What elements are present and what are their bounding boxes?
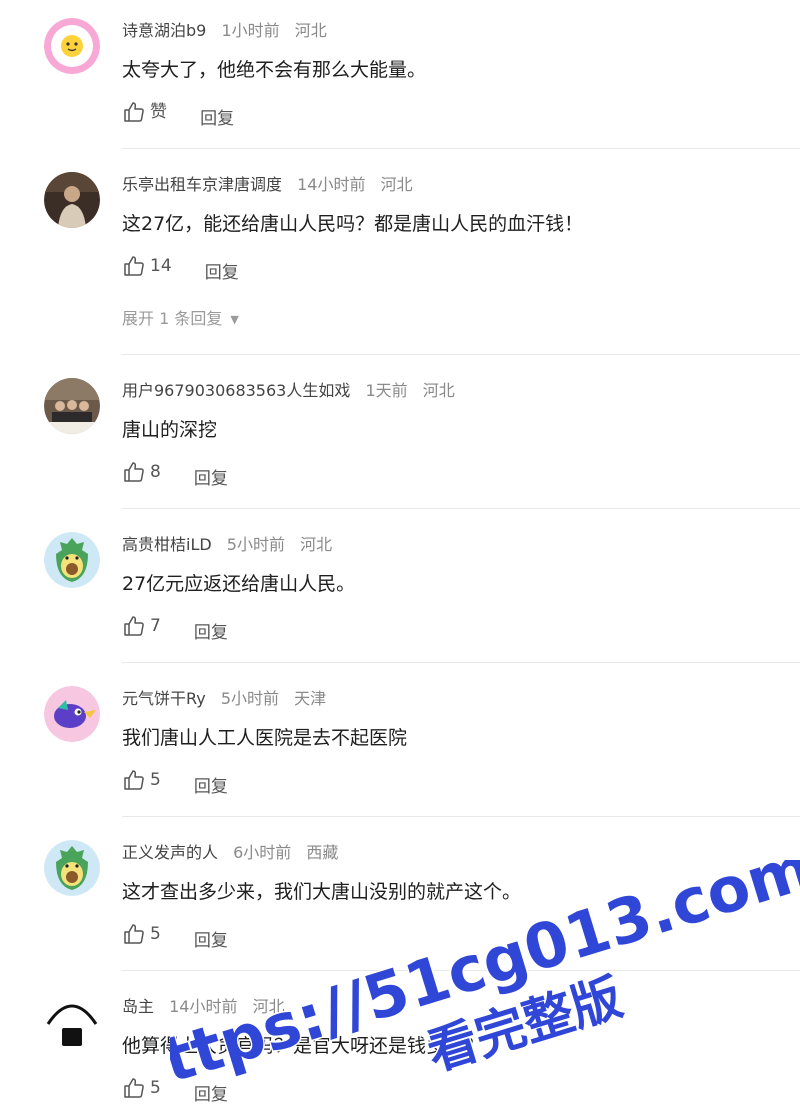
photo-group-avatar-icon[interactable] — [44, 378, 100, 434]
comment-location: 河北 — [294, 21, 327, 40]
comment-text: 27亿元应返还给唐山人民。 — [122, 573, 356, 595]
username[interactable]: 元气饼干Ry — [122, 689, 206, 708]
divider — [122, 816, 800, 817]
comment-text: 唐山的深挖 — [122, 419, 218, 441]
photo-person-avatar-icon[interactable] — [44, 172, 100, 228]
comment-time: 14小时前 — [169, 997, 238, 1016]
divider — [122, 354, 800, 355]
like-count: 8 — [150, 462, 161, 482]
reply-button[interactable]: 回复 — [194, 927, 228, 955]
comment-location: 天津 — [294, 689, 327, 708]
egg-avatar-icon[interactable] — [44, 18, 100, 74]
reply-button[interactable]: 回复 — [194, 773, 228, 801]
username[interactable]: 乐亭出租车京津唐调度 — [122, 175, 282, 194]
like-count: 7 — [150, 616, 161, 636]
comment-actions: 赞 回复 — [122, 98, 234, 129]
comment-actions: 5 回复 — [122, 766, 228, 797]
comment-meta: 用户9679030683563人生如戏 1天前 河北 — [122, 378, 465, 404]
reply-button[interactable]: 回复 — [200, 105, 234, 133]
thumbs-up-icon — [124, 1078, 144, 1098]
comment-time: 14小时前 — [297, 175, 366, 194]
comment-text: 这才查出多少来，我们大唐山没别的就产这个。 — [122, 881, 522, 903]
like-button[interactable]: 14 — [122, 252, 172, 280]
comment-meta: 岛主 14小时前 河北 — [122, 994, 295, 1020]
comment-actions: 5 回复 — [122, 920, 228, 951]
comment-meta: 元气饼干Ry 5小时前 天津 — [122, 686, 336, 712]
comment-time: 1天前 — [365, 381, 408, 400]
avocado-avatar-icon[interactable] — [44, 840, 100, 896]
like-button[interactable]: 5 — [122, 920, 161, 948]
like-button[interactable]: 赞 — [122, 98, 167, 126]
expand-replies-button[interactable]: 展开 1 条回复 ▼ — [122, 306, 239, 332]
comment-location: 河北 — [380, 175, 413, 194]
comment-text: 他算得上大贪官吗？是官大呀还是钱多呀？ — [122, 1035, 484, 1057]
expand-replies-label: 展开 1 条回复 — [122, 309, 223, 328]
comment-time: 6小时前 — [233, 843, 292, 862]
username[interactable]: 岛主 — [122, 997, 154, 1016]
comment-text: 这27亿，能还给唐山人民吗？都是唐山人民的血汗钱！ — [122, 213, 584, 235]
comment-meta: 乐亭出租车京津唐调度 14小时前 河北 — [122, 172, 423, 198]
comment-text: 太夸大了，他绝不会有那么大能量。 — [122, 59, 427, 81]
thumbs-up-icon — [124, 616, 144, 636]
thumbs-up-icon — [124, 924, 144, 944]
comment-time: 1小时前 — [221, 21, 280, 40]
caret-down-icon: ▼ — [230, 312, 239, 326]
rice-ball-avatar-icon[interactable] — [44, 994, 100, 1050]
thumbs-up-icon — [124, 256, 144, 276]
like-button[interactable]: 8 — [122, 458, 161, 486]
divider — [122, 970, 800, 971]
comment-meta: 正义发声的人 6小时前 西藏 — [122, 840, 348, 866]
comment-actions: 5 回复 — [122, 1074, 228, 1105]
comment-actions: 8 回复 — [122, 458, 228, 489]
thumbs-up-icon — [124, 102, 144, 122]
comment-location: 西藏 — [306, 843, 339, 862]
like-button[interactable]: 7 — [122, 612, 161, 640]
reply-button[interactable]: 回复 — [194, 619, 228, 647]
divider — [122, 508, 800, 509]
like-count: 赞 — [150, 102, 167, 122]
comment-location: 河北 — [252, 997, 285, 1016]
reply-button[interactable]: 回复 — [205, 259, 239, 287]
username[interactable]: 高贵柑桔iLD — [122, 535, 212, 554]
comment-time: 5小时前 — [220, 689, 279, 708]
comment-location: 河北 — [422, 381, 455, 400]
like-count: 14 — [150, 256, 172, 276]
comment-meta: 高贵柑桔iLD 5小时前 河北 — [122, 532, 342, 558]
thumbs-up-icon — [124, 462, 144, 482]
watermark-caption: 看完整版 — [421, 968, 629, 1082]
thumbs-up-icon — [124, 770, 144, 790]
username[interactable]: 诗意湖泊b9 — [122, 21, 206, 40]
divider — [122, 148, 800, 149]
divider — [122, 662, 800, 663]
comment-text: 我们唐山人工人医院是去不起医院 — [122, 727, 408, 749]
like-count: 5 — [150, 770, 161, 790]
like-count: 5 — [150, 924, 161, 944]
comment-location: 河北 — [300, 535, 333, 554]
comment-actions: 14 回复 — [122, 252, 239, 283]
like-button[interactable]: 5 — [122, 1074, 161, 1102]
comment-time: 5小时前 — [226, 535, 285, 554]
avocado-avatar-icon[interactable] — [44, 532, 100, 588]
comment-meta: 诗意湖泊b9 1小时前 河北 — [122, 18, 337, 44]
reply-button[interactable]: 回复 — [194, 1081, 228, 1109]
like-count: 5 — [150, 1078, 161, 1098]
username[interactable]: 正义发声的人 — [122, 843, 218, 862]
comment-feed: 诗意湖泊b9 1小时前 河北 太夸大了，他绝不会有那么大能量。 赞 回复 乐亭出… — [0, 0, 800, 1120]
username[interactable]: 用户9679030683563人生如戏 — [122, 381, 350, 400]
bird-avatar-icon[interactable] — [44, 686, 100, 742]
comment-actions: 7 回复 — [122, 612, 228, 643]
reply-button[interactable]: 回复 — [194, 465, 228, 493]
like-button[interactable]: 5 — [122, 766, 161, 794]
